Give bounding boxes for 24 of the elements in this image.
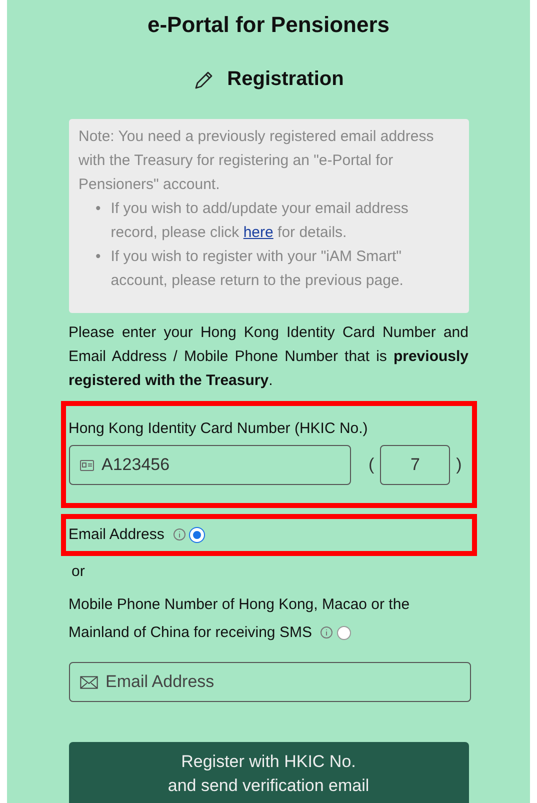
register-button[interactable]: Register with HKIC No. and send verification email: [68, 742, 468, 803]
close-parenthesis: ): [456, 455, 462, 475]
bullet-marker: •: [96, 199, 101, 219]
hkic-label: Hong Kong Identity Card Number (HKIC No.): [68, 420, 368, 437]
section-heading: Registration: [227, 68, 344, 91]
instruction-text: Please enter your Hong Kong Identity Card Number and Email Address / Mobile Phone Number that is previously registered with the Treasury.: [68, 323, 468, 391]
info-icon: [172, 528, 186, 542]
hkic-field[interactable]: A123456: [68, 445, 350, 485]
info-icon: [320, 626, 334, 640]
note-bullet: If you wish to register with your "iAM Smart" account, please return to the previous page.: [110, 247, 404, 291]
open-parenthesis: (: [368, 455, 374, 475]
check-digit-field[interactable]: 7: [380, 445, 450, 485]
here-link[interactable]: here: [243, 224, 274, 241]
option-label: Mobile Phone Number of Hong Kong, Macao or the Mainland of China for receiving SMS: [68, 595, 411, 643]
or-text: or: [70, 562, 86, 582]
bullet-marker: •: [96, 247, 101, 267]
page-title: e-Portal for Pensioners: [146, 12, 391, 38]
envelope-icon: [80, 676, 98, 688]
radio-button[interactable]: [337, 626, 352, 640]
id-card-icon: [80, 460, 94, 470]
note-text: Note: You need a previously registered email address with the Treasury for registering an "e-Portal for Pensioners" account.: [78, 127, 434, 195]
option-label: Email Address: [68, 521, 204, 549]
note-bullet: If you wish to add/update your email address record, please click here for details.: [110, 199, 410, 243]
email-field[interactable]: Email Address: [68, 662, 470, 702]
